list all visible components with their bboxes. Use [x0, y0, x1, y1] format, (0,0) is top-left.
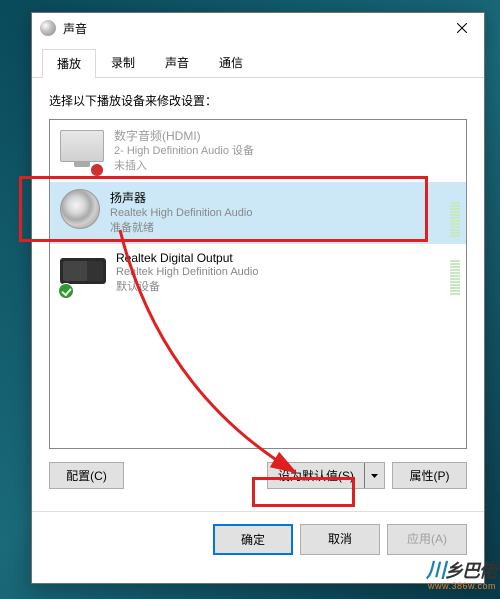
device-item-hdmi[interactable]: 数字音频(HDMI) 2- High Definition Audio 设备 未… [50, 120, 466, 182]
sound-icon [40, 20, 56, 36]
device-driver: Realtek High Definition Audio [110, 206, 446, 221]
device-buttons-row: 配置(C) 设为默认值(S) 属性(P) [49, 462, 467, 489]
tab-strip: 播放 录制 声音 通信 [32, 43, 484, 78]
close-button[interactable] [439, 14, 484, 43]
watermark-url: www.386w.com [426, 581, 496, 591]
ok-button[interactable]: 确定 [213, 524, 293, 555]
instruction-text: 选择以下播放设备来修改设置： [49, 92, 467, 109]
monitor-icon [60, 130, 104, 162]
watermark: 川乡巴佬 www.386w.com [426, 554, 496, 591]
device-status: 默认设备 [116, 280, 446, 295]
tab-sounds[interactable]: 声音 [150, 48, 204, 77]
configure-button[interactable]: 配置(C) [49, 462, 124, 489]
titlebar: 声音 [32, 13, 484, 43]
tab-playback[interactable]: 播放 [42, 49, 96, 78]
default-check-badge-icon [58, 283, 74, 299]
properties-button[interactable]: 属性(P) [392, 462, 467, 489]
receiver-icon [60, 258, 106, 284]
sound-dialog: 声音 播放 录制 声音 通信 选择以下播放设备来修改设置： 数字音频(HDMI)… [31, 12, 485, 584]
device-item-digital-output[interactable]: Realtek Digital Output Realtek High Defi… [50, 244, 466, 303]
watermark-brand1: 川 [426, 560, 445, 582]
cancel-button[interactable]: 取消 [300, 524, 380, 555]
device-name: 数字音频(HDMI) [114, 127, 460, 144]
device-name: Realtek Digital Output [116, 251, 446, 265]
device-driver: Realtek High Definition Audio [116, 265, 446, 280]
device-status: 准备就绪 [110, 221, 446, 236]
tab-communications[interactable]: 通信 [204, 48, 258, 77]
set-default-dropdown[interactable] [364, 463, 384, 488]
chevron-down-icon [371, 474, 378, 478]
dialog-buttons-row: 确定 取消 应用(A) [32, 511, 484, 569]
device-name: 扬声器 [110, 189, 446, 206]
unplugged-badge-icon [90, 163, 104, 177]
set-default-button[interactable]: 设为默认值(S) [267, 462, 385, 489]
device-item-speakers[interactable]: 扬声器 Realtek High Definition Audio 准备就绪 [50, 182, 466, 244]
apply-button[interactable]: 应用(A) [387, 524, 467, 555]
device-list[interactable]: 数字音频(HDMI) 2- High Definition Audio 设备 未… [49, 119, 467, 449]
level-meter-icon [450, 251, 460, 296]
watermark-brand2: 乡巴佬 [445, 561, 496, 581]
level-meter-icon [450, 189, 460, 237]
dialog-title: 声音 [63, 20, 439, 37]
device-status: 未插入 [114, 159, 460, 174]
tab-recording[interactable]: 录制 [96, 48, 150, 77]
device-driver: 2- High Definition Audio 设备 [114, 144, 460, 159]
close-icon [457, 23, 467, 33]
tab-content: 选择以下播放设备来修改设置： 数字音频(HDMI) 2- High Defini… [32, 78, 484, 499]
speaker-icon [60, 189, 100, 229]
set-default-label: 设为默认值(S) [268, 463, 364, 488]
